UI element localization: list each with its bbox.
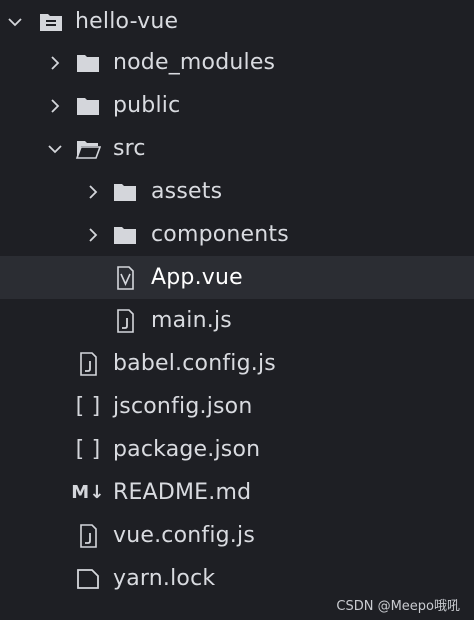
watermark-text: CSDN @Meepo哦吼: [336, 599, 460, 614]
vue-file-icon: [112, 265, 138, 291]
js-file-icon: [112, 308, 138, 334]
tree-item-label: main.js: [151, 308, 232, 333]
tree-item-jsconfig-json[interactable]: [ ] jsconfig.json: [0, 385, 474, 428]
folder-icon: [112, 179, 138, 205]
chevron-right-icon[interactable]: [83, 225, 103, 245]
chevron-down-icon[interactable]: [5, 12, 25, 32]
json-file-icon: [ ]: [75, 437, 101, 462]
tree-item-assets[interactable]: assets: [0, 170, 474, 213]
tree-item-label: package.json: [113, 437, 261, 462]
tree-item-label: vue.config.js: [113, 523, 255, 548]
tree-item-label: hello-vue: [75, 9, 179, 34]
tree-item-label: components: [151, 222, 289, 247]
folder-icon: [112, 222, 138, 248]
tree-item-label: App.vue: [151, 265, 243, 290]
tree-item-app-vue[interactable]: App.vue: [0, 256, 474, 299]
folder-icon: [75, 50, 101, 76]
chevron-right-icon[interactable]: [45, 53, 65, 73]
tree-item-hello-vue[interactable]: hello-vue: [0, 0, 474, 43]
tree-item-label: assets: [151, 179, 223, 204]
tree-item-readme-md[interactable]: M↓ README.md: [0, 471, 474, 514]
chevron-down-icon[interactable]: [45, 139, 65, 159]
tree-item-label: babel.config.js: [113, 351, 276, 376]
root-folder-icon: [38, 9, 64, 35]
tree-item-label: README.md: [113, 480, 252, 505]
json-file-icon: [ ]: [75, 394, 101, 419]
chevron-right-icon[interactable]: [83, 182, 103, 202]
js-file-icon: [75, 351, 101, 377]
tree-item-label: node_modules: [113, 50, 276, 75]
js-file-icon: [75, 523, 101, 549]
tree-item-label: yarn.lock: [113, 566, 216, 591]
markdown-file-icon: M↓: [71, 482, 105, 503]
tree-item-label: src: [113, 136, 146, 161]
file-explorer-tree: hello-vue node_modules public src assets…: [0, 0, 474, 591]
tree-item-main-js[interactable]: main.js: [0, 299, 474, 342]
file-icon: [75, 566, 101, 592]
tree-item-babel-config-js[interactable]: babel.config.js: [0, 342, 474, 385]
tree-item-vue-config-js[interactable]: vue.config.js: [0, 514, 474, 557]
tree-item-package-json[interactable]: [ ] package.json: [0, 428, 474, 471]
tree-item-src[interactable]: src: [0, 127, 474, 170]
folder-icon: [75, 93, 101, 119]
tree-item-components[interactable]: components: [0, 213, 474, 256]
tree-item-public[interactable]: public: [0, 84, 474, 127]
tree-item-yarn-lock[interactable]: yarn.lock: [0, 557, 474, 600]
tree-item-label: jsconfig.json: [113, 394, 253, 419]
folder-open-icon: [75, 136, 101, 162]
tree-item-node-modules[interactable]: node_modules: [0, 41, 474, 84]
tree-item-label: public: [113, 93, 181, 118]
chevron-right-icon[interactable]: [45, 96, 65, 116]
